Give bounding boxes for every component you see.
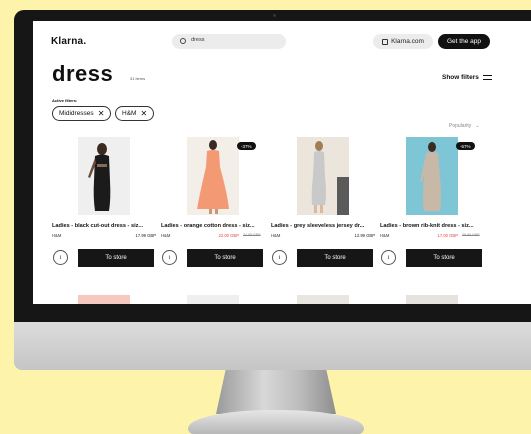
product-brand: H&M (52, 233, 62, 238)
product-image[interactable] (78, 295, 130, 304)
product-sale-price: 17.00 GBP (437, 233, 459, 238)
woman-brown-dress-illustration (406, 137, 458, 215)
monitor-stand-neck (216, 370, 336, 414)
woman-orange-dress-illustration (187, 137, 239, 215)
discount-badge: -57% (456, 142, 475, 150)
info-button[interactable]: i (53, 250, 68, 265)
product-brand: H&M (161, 233, 171, 238)
product-image[interactable] (406, 137, 458, 215)
product-image[interactable] (406, 295, 458, 304)
product-price: 12.99 GBP (354, 233, 376, 238)
product-original-price: 34.99 GBP (243, 233, 261, 237)
to-store-button[interactable]: To store (297, 249, 373, 267)
monitor-chin (14, 322, 531, 370)
to-store-button[interactable]: To store (78, 249, 154, 267)
discount-badge: -37% (237, 142, 256, 150)
product-name[interactable]: Ladies - black cut-out dress - siz... (52, 223, 156, 229)
product-brand: H&M (271, 233, 281, 238)
info-button[interactable]: i (381, 250, 396, 265)
monitor-stand-foot (188, 410, 364, 434)
product-image[interactable] (297, 295, 349, 304)
product-image[interactable] (187, 295, 239, 304)
product-card[interactable]: Ladies - grey sleeveless jersey dr... H&… (271, 21, 375, 304)
product-name[interactable]: Ladies - brown rib-knit dress - siz... (380, 223, 484, 229)
product-image[interactable] (297, 137, 349, 215)
sliders-icon (482, 74, 492, 81)
to-store-button[interactable]: To store (187, 249, 263, 267)
product-card[interactable]: Ladies - black cut-out dress - siz... H&… (52, 21, 156, 304)
product-sale-price: 22.00 GBP (218, 233, 240, 238)
product-name[interactable]: Ladies - grey sleeveless jersey dr... (271, 223, 375, 229)
product-price: 17.99 GBP (135, 233, 157, 238)
product-original-price: 39.99 GBP (462, 233, 480, 237)
product-image[interactable] (78, 137, 130, 215)
to-store-button[interactable]: To store (406, 249, 482, 267)
woman-grey-dress-illustration (297, 137, 349, 215)
product-image[interactable] (187, 137, 239, 215)
info-button[interactable]: i (162, 250, 177, 265)
camera-dot (273, 14, 276, 17)
woman-black-dress-illustration (78, 137, 130, 215)
product-name[interactable]: Ladies - orange cotton dress - siz... (161, 223, 265, 229)
product-card[interactable]: -37% Ladies - orange cotton dress - siz.… (161, 21, 265, 304)
product-brand: H&M (380, 233, 390, 238)
info-button[interactable]: i (272, 250, 287, 265)
product-card[interactable]: -57% Ladies - brown rib-knit dress - siz… (380, 21, 484, 304)
browser-screen: Klarna. dress Klarna.com Get the app dre… (33, 21, 531, 304)
